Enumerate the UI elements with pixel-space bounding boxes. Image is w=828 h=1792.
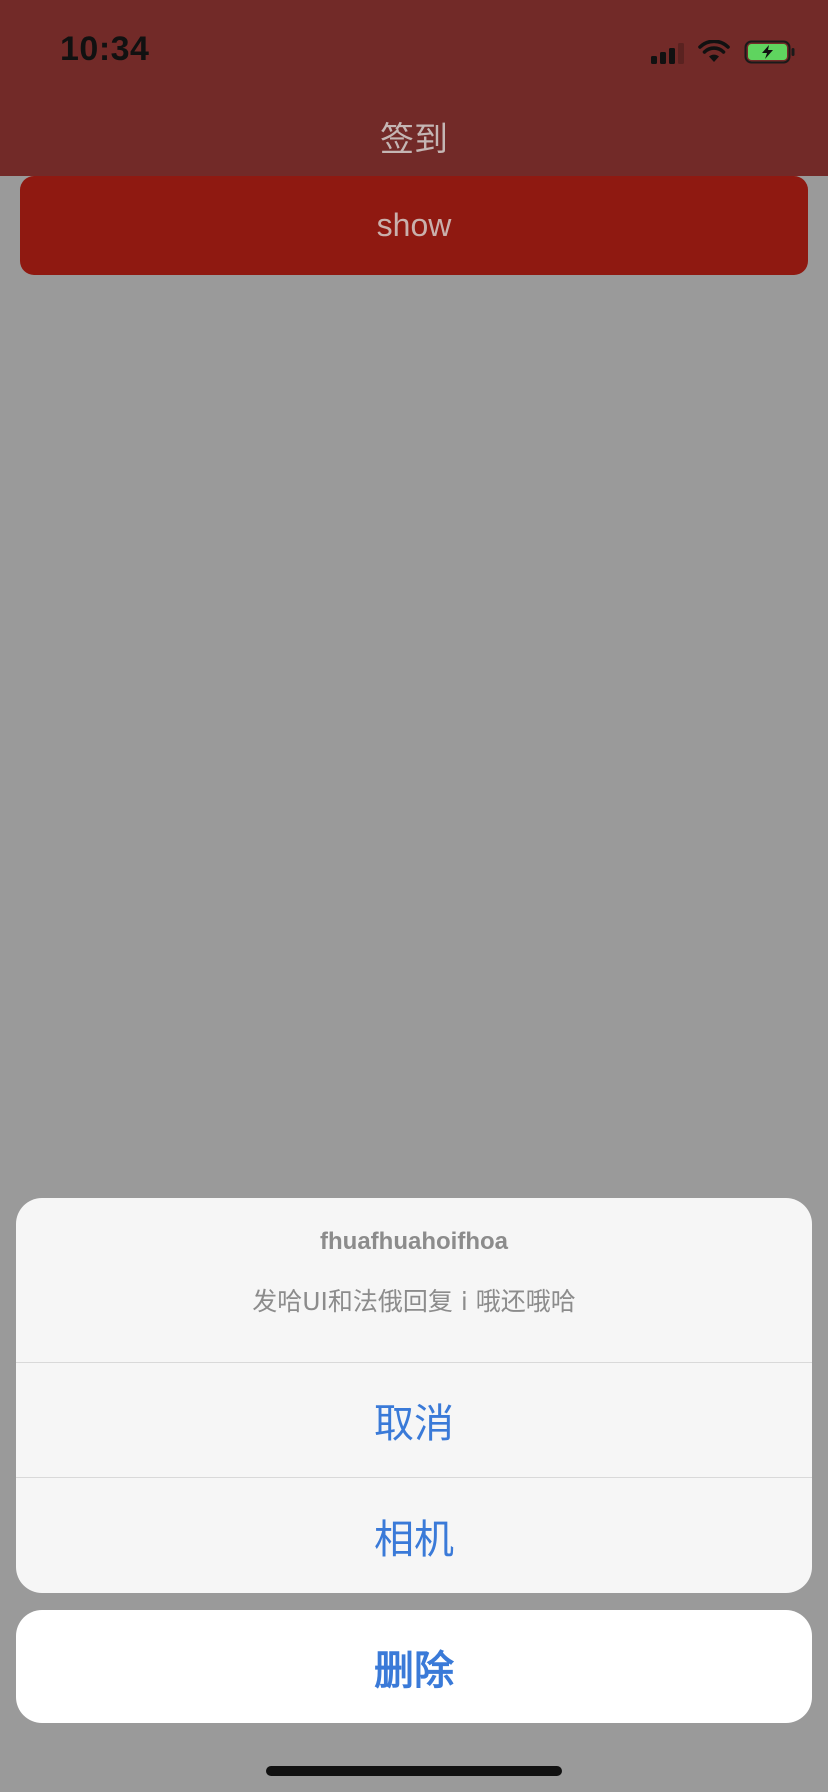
action-sheet-message: 发哈UI和法俄回复 i 哦还哦哈 — [252, 1287, 576, 1316]
navigation-bar: 签到 — [0, 98, 828, 176]
action-sheet-item-cancel[interactable]: 取消 — [16, 1363, 812, 1478]
status-icons — [651, 36, 796, 64]
battery-charging-icon — [744, 40, 796, 64]
home-indicator — [266, 1766, 562, 1776]
action-sheet-header: fhuafhuahoifhoa 发哈UI和法俄回复 i 哦还哦哈 — [16, 1198, 812, 1363]
show-button[interactable]: show — [20, 176, 808, 275]
wifi-icon — [698, 40, 730, 64]
action-sheet-title: fhuafhuahoifhoa — [320, 1228, 508, 1255]
status-time: 10:34 — [60, 30, 150, 68]
cellular-signal-icon — [651, 42, 684, 64]
page-title: 签到 — [380, 120, 448, 160]
status-bar: 10:34 — [0, 0, 828, 98]
action-sheet-delete-button[interactable]: 删除 — [16, 1610, 812, 1723]
action-sheet-item-camera[interactable]: 相机 — [16, 1478, 812, 1593]
action-sheet: fhuafhuahoifhoa 发哈UI和法俄回复 i 哦还哦哈 取消 相机 — [16, 1198, 812, 1593]
